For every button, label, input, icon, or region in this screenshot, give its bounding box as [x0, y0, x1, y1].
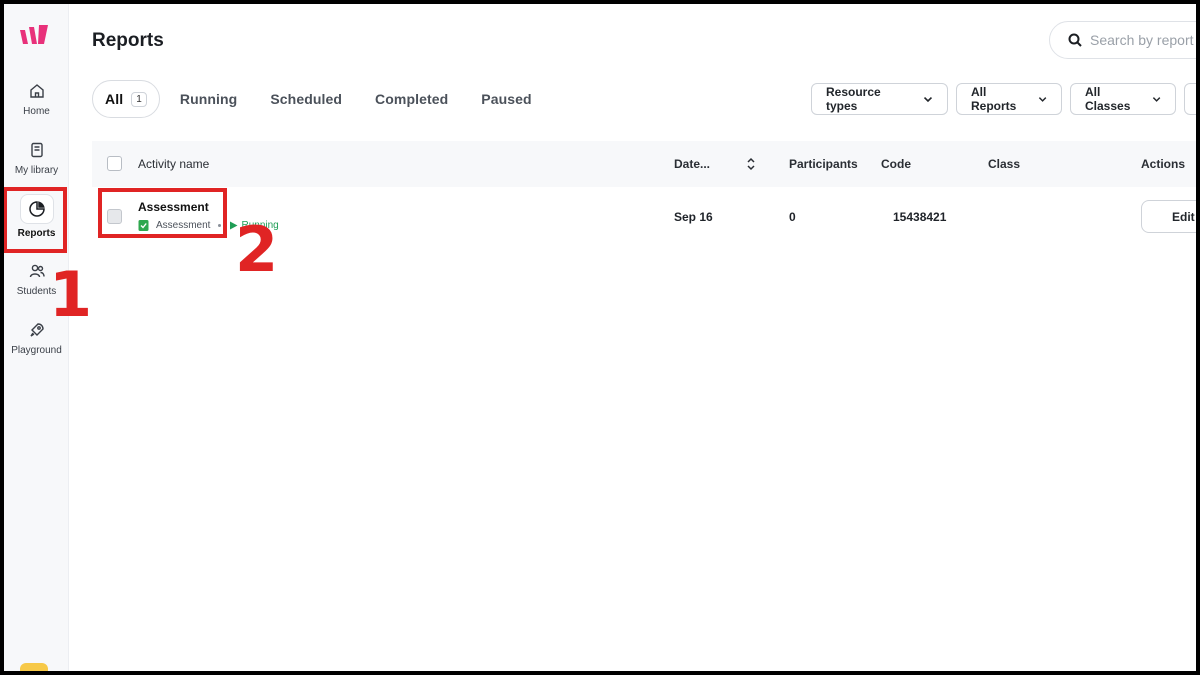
brand-logo[interactable]: [18, 24, 52, 46]
column-class: Class: [988, 157, 1021, 171]
search-input[interactable]: [1090, 32, 1196, 48]
column-date[interactable]: Date...: [674, 157, 710, 171]
tab-running[interactable]: Running: [180, 91, 237, 107]
sidebar-item-label: Home: [23, 106, 50, 117]
rocket-icon: [29, 323, 44, 337]
page-title: Reports: [92, 30, 164, 51]
home-icon: [29, 84, 44, 98]
column-activity-name: Activity name: [138, 157, 210, 171]
status-tabs: All 1 Running Scheduled Completed Paused: [92, 79, 565, 119]
sidebar: Home My library Reports Students Playgro…: [4, 4, 69, 671]
sidebar-item-label: Playground: [11, 345, 62, 356]
column-code: Code: [881, 157, 911, 171]
more-filters-button[interactable]: [1184, 83, 1196, 115]
chevron-down-icon: [1152, 97, 1161, 102]
users-icon: [29, 264, 45, 278]
sidebar-item-label: My library: [14, 165, 59, 176]
chevron-down-icon: [923, 96, 933, 103]
help-tab[interactable]: [20, 663, 48, 671]
sidebar-item-home[interactable]: Home: [4, 82, 69, 117]
highlight-box-reports: [4, 187, 67, 253]
all-reports-dropdown[interactable]: All Reports: [956, 83, 1062, 115]
row-participants: 0: [789, 210, 796, 224]
tab-scheduled[interactable]: Scheduled: [270, 91, 342, 107]
app-window: Home My library Reports Students Playgro…: [4, 4, 1196, 671]
tab-completed[interactable]: Completed: [375, 91, 448, 107]
step-number-1: 1: [49, 258, 93, 331]
tab-paused[interactable]: Paused: [481, 91, 531, 107]
column-actions: Actions: [1141, 157, 1186, 171]
sidebar-item-my-library[interactable]: My library: [4, 141, 69, 176]
book-icon: [30, 142, 43, 158]
table-header: Activity name Date... Participants Code …: [92, 141, 1196, 187]
step-number-2: 2: [235, 213, 279, 286]
select-all-checkbox[interactable]: [107, 156, 122, 171]
column-participants: Participants: [789, 157, 858, 171]
tab-label: All: [105, 91, 124, 107]
row-date: Sep 16: [674, 210, 713, 224]
highlight-box-activity: [98, 188, 227, 238]
chevron-down-icon: [1038, 97, 1047, 102]
sort-icon[interactable]: [746, 157, 756, 171]
search-icon: [1068, 33, 1082, 47]
all-classes-dropdown[interactable]: All Classes: [1070, 83, 1176, 115]
dropdown-label: All Reports: [971, 85, 1017, 113]
count-badge: 1: [131, 91, 147, 107]
row-code: 15438421: [893, 210, 947, 224]
search-box[interactable]: [1049, 21, 1196, 59]
edit-button[interactable]: Edit: [1141, 200, 1196, 233]
dropdown-label: Resource types: [826, 85, 881, 113]
dropdown-label: All Classes: [1085, 85, 1131, 113]
tab-all[interactable]: All 1: [92, 80, 160, 118]
resource-types-dropdown[interactable]: Resource types: [811, 83, 948, 115]
